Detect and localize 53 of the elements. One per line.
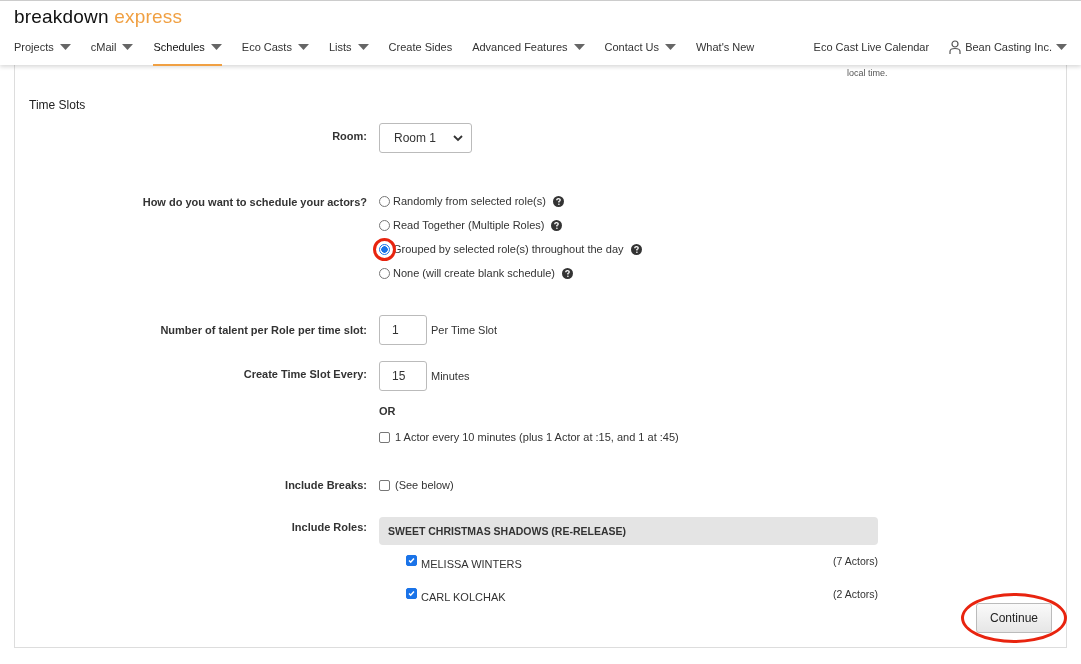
field-label: Room: <box>331 129 367 144</box>
radio-button[interactable] <box>379 267 390 279</box>
project-header: SWEET CHRISTMAS SHADOWS (RE-RELEASE) <box>379 517 878 545</box>
checkbox[interactable] <box>379 479 390 491</box>
annotation-circle <box>373 237 396 261</box>
radio-button[interactable] <box>379 195 390 207</box>
nav-menu-item[interactable]: Eco Casts <box>241 37 309 66</box>
field-label: How do you want to schedule your actors? <box>141 195 367 210</box>
field-label: Create Time Slot Every: <box>242 367 367 382</box>
help-icon[interactable] <box>551 219 563 231</box>
nav-menu-item[interactable]: Contact Us <box>604 37 676 66</box>
option-label: 1 Actor every 10 minutes (plus 1 Actor at :15, and 1 at :45) <box>395 431 679 443</box>
field-label: Number of talent per Role per time slot: <box>159 323 367 338</box>
checkbox[interactable] <box>379 431 390 443</box>
account-menu[interactable]: Bean Casting Inc. <box>949 37 1067 66</box>
radio-button[interactable] <box>379 219 390 231</box>
option-label: (See below) <box>395 479 454 491</box>
continue-button[interactable]: Continue <box>976 603 1052 633</box>
talent-count-field[interactable]: 1 <box>379 315 427 345</box>
nav-menu-item[interactable]: Advanced Features <box>472 37 585 66</box>
nav-menu-item[interactable]: What's New <box>695 37 755 66</box>
timezone-note: local time. <box>847 68 888 78</box>
chevron-icon <box>453 134 463 142</box>
user-icon <box>949 40 962 54</box>
nav-menu-item[interactable]: Schedules <box>153 37 222 66</box>
field-label: Include Roles: <box>290 520 367 535</box>
option-label: Randomly from selected role(s) <box>393 195 546 207</box>
unit-label: Per Time Slot <box>431 324 498 336</box>
help-icon[interactable] <box>562 267 574 279</box>
actor-count: (7 Actors) <box>833 555 878 567</box>
room-select[interactable]: Room 1 <box>379 123 472 153</box>
or-label: OR <box>379 405 397 417</box>
checkbox[interactable] <box>406 588 417 599</box>
unit-label: Minutes <box>431 370 470 382</box>
field-label: Include Breaks: <box>284 478 367 493</box>
logo[interactable]: breakdown express <box>14 6 183 28</box>
caret-icon <box>1056 44 1067 50</box>
section-title: Time Slots <box>29 98 86 112</box>
actor-count: (2 Actors) <box>833 588 878 600</box>
help-icon[interactable] <box>630 243 642 255</box>
radio-button[interactable] <box>379 243 390 255</box>
calendar-link[interactable]: Eco Cast Live Calendar <box>813 37 930 66</box>
nav-menu-item[interactable]: Lists <box>328 37 369 66</box>
checkbox[interactable] <box>406 555 417 566</box>
nav-menu-item[interactable]: Create Sides <box>388 37 453 66</box>
option-label: None (will create blank schedule) <box>393 267 556 279</box>
role-name: CARL KOLCHAK <box>421 590 506 603</box>
role-name: MELISSA WINTERS <box>421 557 522 570</box>
option-label: Read Together (Multiple Roles) <box>393 219 545 231</box>
nav-menu-item[interactable]: Projects <box>14 37 71 66</box>
help-icon[interactable] <box>552 195 564 207</box>
interval-field[interactable]: 15 <box>379 361 427 391</box>
nav-menu-item[interactable]: cMail <box>90 37 134 66</box>
